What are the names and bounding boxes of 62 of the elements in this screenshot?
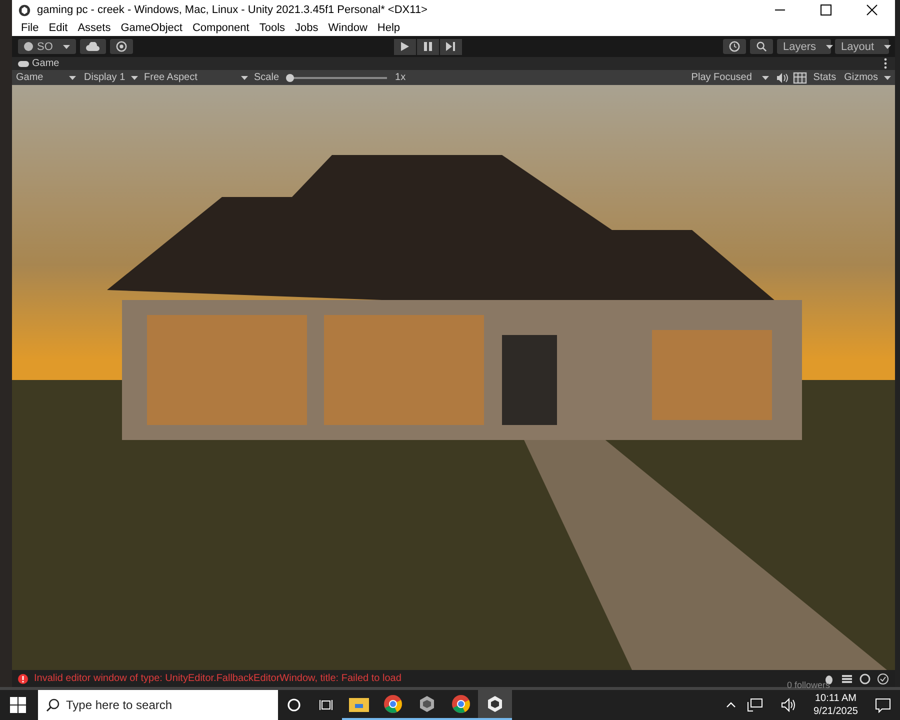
menu-item[interactable]: File <box>16 22 44 34</box>
menu-item[interactable]: Help <box>372 22 406 34</box>
caret-icon <box>762 76 770 80</box>
cortana-icon[interactable] <box>287 698 301 712</box>
history-button[interactable] <box>723 39 746 54</box>
task-view-icon[interactable] <box>319 698 333 712</box>
menu-item[interactable]: Component <box>187 22 254 34</box>
chevron-up-icon[interactable] <box>726 702 736 708</box>
caret-icon <box>884 44 892 48</box>
pause-icon <box>424 42 432 51</box>
taskbar-search-field[interactable]: Type here to search <box>38 690 278 720</box>
play-icon <box>400 42 409 51</box>
more-options-icon[interactable] <box>884 58 887 69</box>
menu-item[interactable]: Assets <box>72 22 116 34</box>
user-icon <box>24 42 33 51</box>
display-dropdown[interactable]: Display 1 <box>82 70 138 84</box>
caret-icon <box>826 44 834 48</box>
menu-item[interactable]: GameObject <box>116 22 188 34</box>
caret-icon <box>62 44 70 48</box>
history-icon <box>729 41 740 52</box>
play-mode-dropdown[interactable]: Play Focused <box>689 70 772 84</box>
notification-icon[interactable] <box>875 697 891 713</box>
volume-icon[interactable] <box>780 698 796 712</box>
account-dropdown[interactable]: SO <box>18 39 76 54</box>
caret-icon <box>884 76 891 80</box>
cloud-button[interactable] <box>80 39 106 54</box>
step-icon <box>446 42 456 51</box>
unity-logo-icon <box>18 4 31 16</box>
scale-label: Scale <box>254 72 280 83</box>
network-tray-icon[interactable] <box>746 698 762 712</box>
cloud-icon <box>86 42 100 51</box>
game-tab[interactable]: Game <box>18 58 60 69</box>
collab-button[interactable] <box>110 39 133 54</box>
caret-icon <box>69 76 76 80</box>
cube-icon[interactable] <box>478 690 512 720</box>
desktop-text: 0 followers <box>786 681 830 690</box>
network-icon[interactable] <box>859 672 871 684</box>
grid-icon[interactable] <box>793 72 808 84</box>
search-button[interactable] <box>750 39 773 54</box>
audio-icon[interactable] <box>775 72 790 82</box>
layers-dropdown[interactable]: Layers <box>777 39 831 54</box>
menu-item[interactable]: Window <box>323 22 372 34</box>
aspect-dropdown[interactable]: Free Aspect <box>142 70 250 84</box>
check-circle-icon[interactable] <box>877 672 889 684</box>
step-button[interactable] <box>440 38 462 54</box>
scale-value: 1x <box>395 72 406 83</box>
search-icon <box>756 41 767 52</box>
layout-dropdown[interactable]: Layout <box>835 39 889 54</box>
caret-icon <box>241 76 248 80</box>
menu-item[interactable]: Tools <box>254 22 290 34</box>
target-icon <box>116 41 127 52</box>
menu-item[interactable]: Jobs <box>290 22 324 34</box>
play-button[interactable] <box>394 38 416 54</box>
gamepad-icon <box>18 60 29 66</box>
menu-item[interactable]: Edit <box>44 22 73 34</box>
pause-button[interactable] <box>416 38 439 54</box>
taskbar-clock[interactable]: 10:11 AM 9/21/2025 <box>814 692 858 718</box>
stack-icon[interactable] <box>841 672 853 684</box>
start-icon[interactable] <box>10 697 26 713</box>
caret-icon <box>131 76 138 80</box>
error-icon <box>18 674 28 684</box>
window-title: gaming pc - creek - Windows, Mac, Linux - Unity 2021.3.45f1 Personal* <DX11> <box>37 4 428 16</box>
